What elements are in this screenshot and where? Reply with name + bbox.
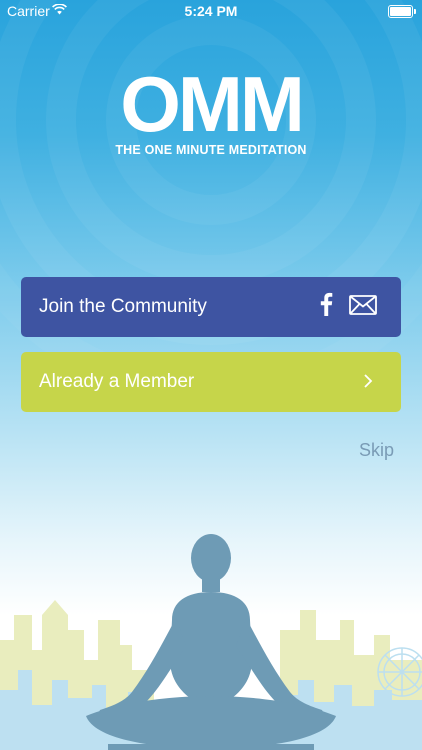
join-community-label: Join the Community xyxy=(39,296,207,317)
already-member-label: Already a Member xyxy=(39,371,195,392)
chevron-right-icon xyxy=(364,374,373,388)
clock: 5:24 PM xyxy=(184,3,238,19)
mail-icon[interactable] xyxy=(349,295,377,315)
meditation-illustration xyxy=(0,534,422,750)
logo-mark: OMM xyxy=(120,60,305,148)
logo-tagline: THE ONE MINUTE MEDITATION xyxy=(115,143,307,157)
facebook-icon[interactable] xyxy=(319,292,333,316)
app-logo: OMM THE ONE MINUTE MEDITATION xyxy=(0,64,422,157)
already-member-button[interactable]: Already a Member xyxy=(21,352,401,412)
skip-link[interactable]: Skip xyxy=(359,440,394,461)
status-bar: Carrier 5:24 PM xyxy=(0,0,422,22)
join-community-button[interactable]: Join the Community xyxy=(21,277,401,337)
onboarding-screen: Carrier 5:24 PM OMM THE ONE MINUTE MEDIT… xyxy=(0,0,422,750)
battery-icon xyxy=(388,5,416,18)
